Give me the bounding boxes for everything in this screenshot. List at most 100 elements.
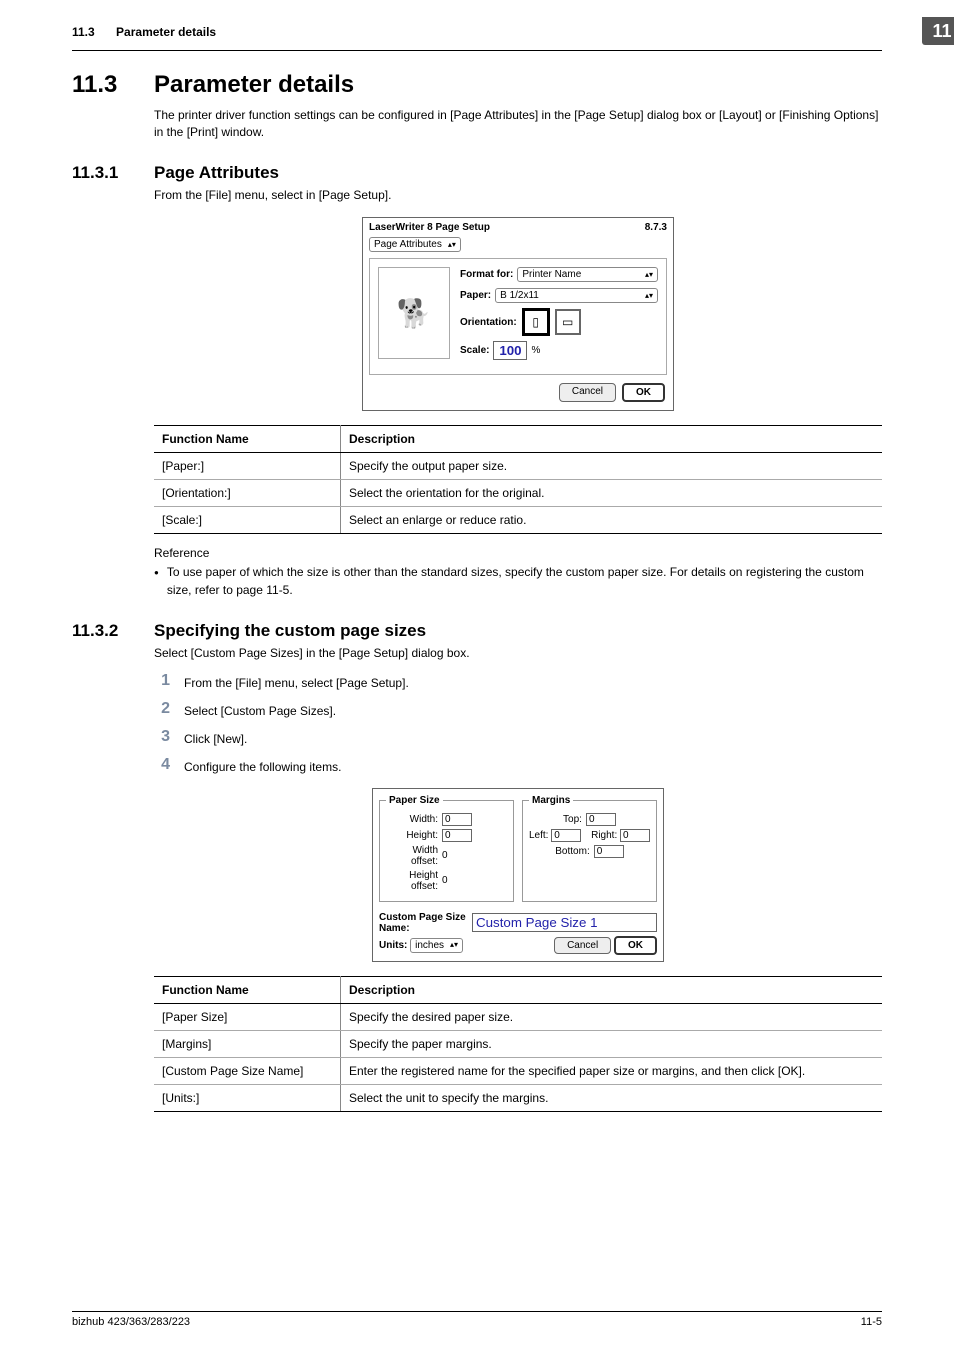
scale-label: Scale: xyxy=(460,345,489,356)
table-row: [Scale:]Select an enlarge or reduce rati… xyxy=(154,507,882,534)
custom-name-input[interactable] xyxy=(472,913,657,932)
dog-icon: 🐕 xyxy=(397,297,432,330)
cancel-button[interactable]: Cancel xyxy=(554,937,611,954)
page-footer: bizhub 423/363/283/223 11-5 xyxy=(72,1311,882,1328)
width-label: Width: xyxy=(386,814,438,825)
page-attributes-dropdown-label: Page Attributes xyxy=(374,239,442,250)
paper-label: Paper: xyxy=(460,290,491,301)
subsection-2-lead: Select [Custom Page Sizes] in the [Page … xyxy=(154,645,882,662)
subsection-2-title: Specifying the custom page sizes xyxy=(154,621,426,641)
subsection-1-heading: 11.3.1 Page Attributes xyxy=(72,163,882,183)
paper-dropdown[interactable]: B 1/2x11 ▴▾ xyxy=(495,288,658,303)
subsection-1-lead: From the [File] menu, select in [Page Se… xyxy=(154,187,882,204)
height-label: Height: xyxy=(386,830,438,841)
step-text: Configure the following items. xyxy=(184,756,341,774)
ok-button[interactable]: OK xyxy=(614,936,657,955)
units-value: inches xyxy=(415,940,444,951)
format-for-label: Format for: xyxy=(460,269,513,280)
page-header: 11.3 Parameter details 11 xyxy=(72,0,882,51)
table-cell: [Orientation:] xyxy=(154,480,341,507)
step-number: 2 xyxy=(154,700,170,718)
units-dropdown[interactable]: inches ▴▾ xyxy=(410,938,463,953)
table-cell: Specify the paper margins. xyxy=(341,1030,883,1057)
table-header-description: Description xyxy=(341,976,883,1003)
table-cell: [Paper:] xyxy=(154,453,341,480)
section-intro: The printer driver function settings can… xyxy=(154,107,882,141)
chevron-updown-icon: ▴▾ xyxy=(448,241,456,249)
cancel-button[interactable]: Cancel xyxy=(559,383,616,402)
top-label: Top: xyxy=(563,814,582,825)
chapter-badge: 11 xyxy=(922,17,954,45)
width-input[interactable] xyxy=(442,813,472,826)
subsection-2-number: 11.3.2 xyxy=(72,621,154,641)
height-input[interactable] xyxy=(442,829,472,842)
units-label: Units: xyxy=(379,940,407,951)
reference-item: To use paper of which the size is other … xyxy=(167,564,882,599)
table-row: [Paper:]Specify the output paper size. xyxy=(154,453,882,480)
left-label: Left: xyxy=(529,830,548,841)
step-number: 3 xyxy=(154,728,170,746)
table-row: [Margins]Specify the paper margins. xyxy=(154,1030,882,1057)
header-section-no: 11.3 xyxy=(72,25,95,39)
step-text: From the [File] menu, select [Page Setup… xyxy=(184,672,409,690)
custom-name-label: Custom Page Size Name: xyxy=(379,912,466,934)
format-for-value: Printer Name xyxy=(522,269,639,280)
custom-page-size-dialog: Paper Size Width: Height: Width offset: 0… xyxy=(372,788,664,962)
top-input[interactable] xyxy=(586,813,616,826)
table-row: [Paper Size]Specify the desired paper si… xyxy=(154,1003,882,1030)
subsection-1-title: Page Attributes xyxy=(154,163,279,183)
table-cell: Select the unit to specify the margins. xyxy=(341,1084,883,1111)
bottom-label: Bottom: xyxy=(555,846,589,857)
scale-input[interactable] xyxy=(493,341,527,360)
table-cell: Specify the output paper size. xyxy=(341,453,883,480)
page-setup-dialog: LaserWriter 8 Page Setup 8.7.3 Page Attr… xyxy=(362,217,674,411)
format-for-dropdown[interactable]: Printer Name ▴▾ xyxy=(517,267,658,282)
table-cell: [Custom Page Size Name] xyxy=(154,1057,341,1084)
footer-left: bizhub 423/363/283/223 xyxy=(72,1316,190,1328)
landscape-icon: ▭ xyxy=(562,315,573,329)
table-row: [Custom Page Size Name]Enter the registe… xyxy=(154,1057,882,1084)
papersize-legend: Paper Size xyxy=(386,795,443,806)
right-label: Right: xyxy=(591,830,617,841)
page-attributes-table: Function Name Description [Paper:]Specif… xyxy=(154,425,882,534)
section-number: 11.3 xyxy=(72,71,154,99)
step-number: 4 xyxy=(154,756,170,774)
step-text: Select [Custom Page Sizes]. xyxy=(184,700,336,718)
table-cell: [Units:] xyxy=(154,1084,341,1111)
subsection-1-number: 11.3.1 xyxy=(72,163,154,183)
left-input[interactable] xyxy=(551,829,581,842)
subsection-2-heading: 11.3.2 Specifying the custom page sizes xyxy=(72,621,882,641)
paper-value: B 1/2x11 xyxy=(500,290,639,301)
ok-button[interactable]: OK xyxy=(622,383,665,402)
orientation-label: Orientation: xyxy=(460,317,517,328)
scale-suffix: % xyxy=(531,345,540,356)
chevron-updown-icon: ▴▾ xyxy=(450,941,458,949)
table-header-function: Function Name xyxy=(154,426,341,453)
widthoff-value: 0 xyxy=(442,850,448,861)
chevron-updown-icon: ▴▾ xyxy=(645,292,653,300)
table-header-description: Description xyxy=(341,426,883,453)
table-header-function: Function Name xyxy=(154,976,341,1003)
table-cell: [Paper Size] xyxy=(154,1003,341,1030)
right-input[interactable] xyxy=(620,829,650,842)
table-cell: Select an enlarge or reduce ratio. xyxy=(341,507,883,534)
table-row: [Units:]Select the unit to specify the m… xyxy=(154,1084,882,1111)
dialog-version: 8.7.3 xyxy=(645,222,667,233)
page-preview: 🐕 xyxy=(378,267,450,359)
heightoff-label: Height offset: xyxy=(386,870,438,892)
table-cell: Select the orientation for the original. xyxy=(341,480,883,507)
bottom-input[interactable] xyxy=(594,845,624,858)
chevron-updown-icon: ▴▾ xyxy=(645,271,653,279)
widthoff-label: Width offset: xyxy=(386,845,438,867)
margins-legend: Margins xyxy=(529,795,573,806)
step-text: Click [New]. xyxy=(184,728,247,746)
dialog-title: LaserWriter 8 Page Setup xyxy=(369,222,490,233)
portrait-icon: ▯ xyxy=(532,315,539,329)
section-heading: 11.3 Parameter details xyxy=(72,71,882,99)
page-attributes-dropdown[interactable]: Page Attributes ▴▾ xyxy=(369,237,461,252)
table-row: [Orientation:]Select the orientation for… xyxy=(154,480,882,507)
orientation-landscape-button[interactable]: ▭ xyxy=(555,309,581,335)
orientation-portrait-button[interactable]: ▯ xyxy=(523,309,549,335)
heightoff-value: 0 xyxy=(442,875,448,886)
reference-label: Reference xyxy=(154,546,882,560)
